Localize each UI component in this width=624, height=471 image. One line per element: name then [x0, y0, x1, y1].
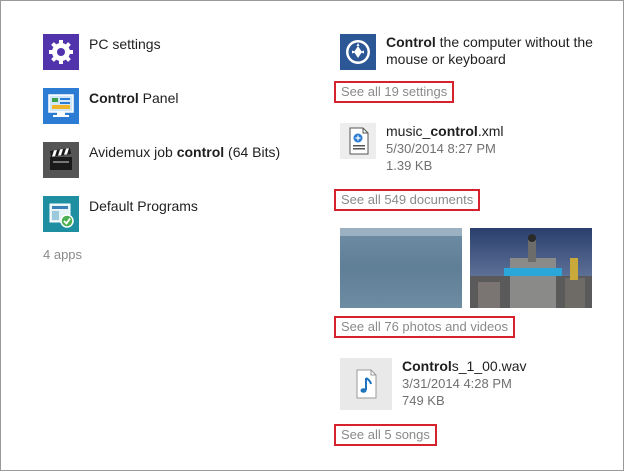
- app-result-pc-settings[interactable]: PC settings: [43, 34, 161, 70]
- see-all-documents-link[interactable]: See all 549 documents: [334, 189, 481, 211]
- document-result[interactable]: music_control.xml 5/30/2014 8:27 PM 1.39…: [340, 123, 503, 174]
- clapperboard-icon: [43, 142, 79, 178]
- see-all-settings-link[interactable]: See all 19 settings: [334, 81, 455, 103]
- default-programs-icon: [43, 196, 79, 232]
- see-all-songs-link[interactable]: See all 5 songs: [334, 424, 437, 446]
- app-label-pc-settings: PC settings: [89, 36, 161, 52]
- song-result[interactable]: Controls_1_00.wav 3/31/2014 4:28 PM 749 …: [340, 358, 526, 410]
- photo-thumbnail-blue[interactable]: [340, 228, 462, 308]
- control-panel-icon: [43, 88, 79, 124]
- see-all-photos-link[interactable]: See all 76 photos and videos: [334, 316, 515, 338]
- photo-thumbnail-castle[interactable]: [470, 228, 592, 308]
- song-size: 749 KB: [402, 393, 445, 408]
- document-date: 5/30/2014 8:27 PM: [386, 141, 496, 156]
- app-result-avidemux[interactable]: Avidemux job control (64 Bits): [43, 142, 280, 178]
- app-result-control-panel[interactable]: Control Panel: [43, 88, 178, 124]
- apps-count: 4 apps: [43, 247, 83, 262]
- settings-result-ease-of-access[interactable]: Control the computer without the mouse o…: [340, 34, 600, 70]
- settings-result-text: Control the computer without the mouse o…: [386, 34, 593, 67]
- ease-of-access-icon: [340, 34, 376, 70]
- song-date: 3/31/2014 4:28 PM: [402, 376, 512, 391]
- app-label-avidemux: Avidemux job control (64 Bits): [89, 144, 281, 160]
- app-result-default-programs[interactable]: Default Programs: [43, 196, 198, 232]
- app-label-control-panel: Control Panel: [89, 90, 179, 106]
- document-size: 1.39 KB: [386, 158, 433, 173]
- app-label-default-programs: Default Programs: [89, 198, 198, 214]
- song-name: Controls_1_00.wav: [402, 358, 527, 374]
- song-info: Controls_1_00.wav 3/31/2014 4:28 PM 749 …: [402, 358, 526, 409]
- search-results-pane: PC settings Control Panel Avidemux job c…: [0, 0, 624, 471]
- document-name: music_control.xml: [386, 123, 504, 139]
- xml-document-icon: [340, 123, 376, 159]
- gear-icon: [43, 34, 79, 70]
- document-info: music_control.xml 5/30/2014 8:27 PM 1.39…: [386, 123, 503, 174]
- music-note-icon: [340, 358, 392, 410]
